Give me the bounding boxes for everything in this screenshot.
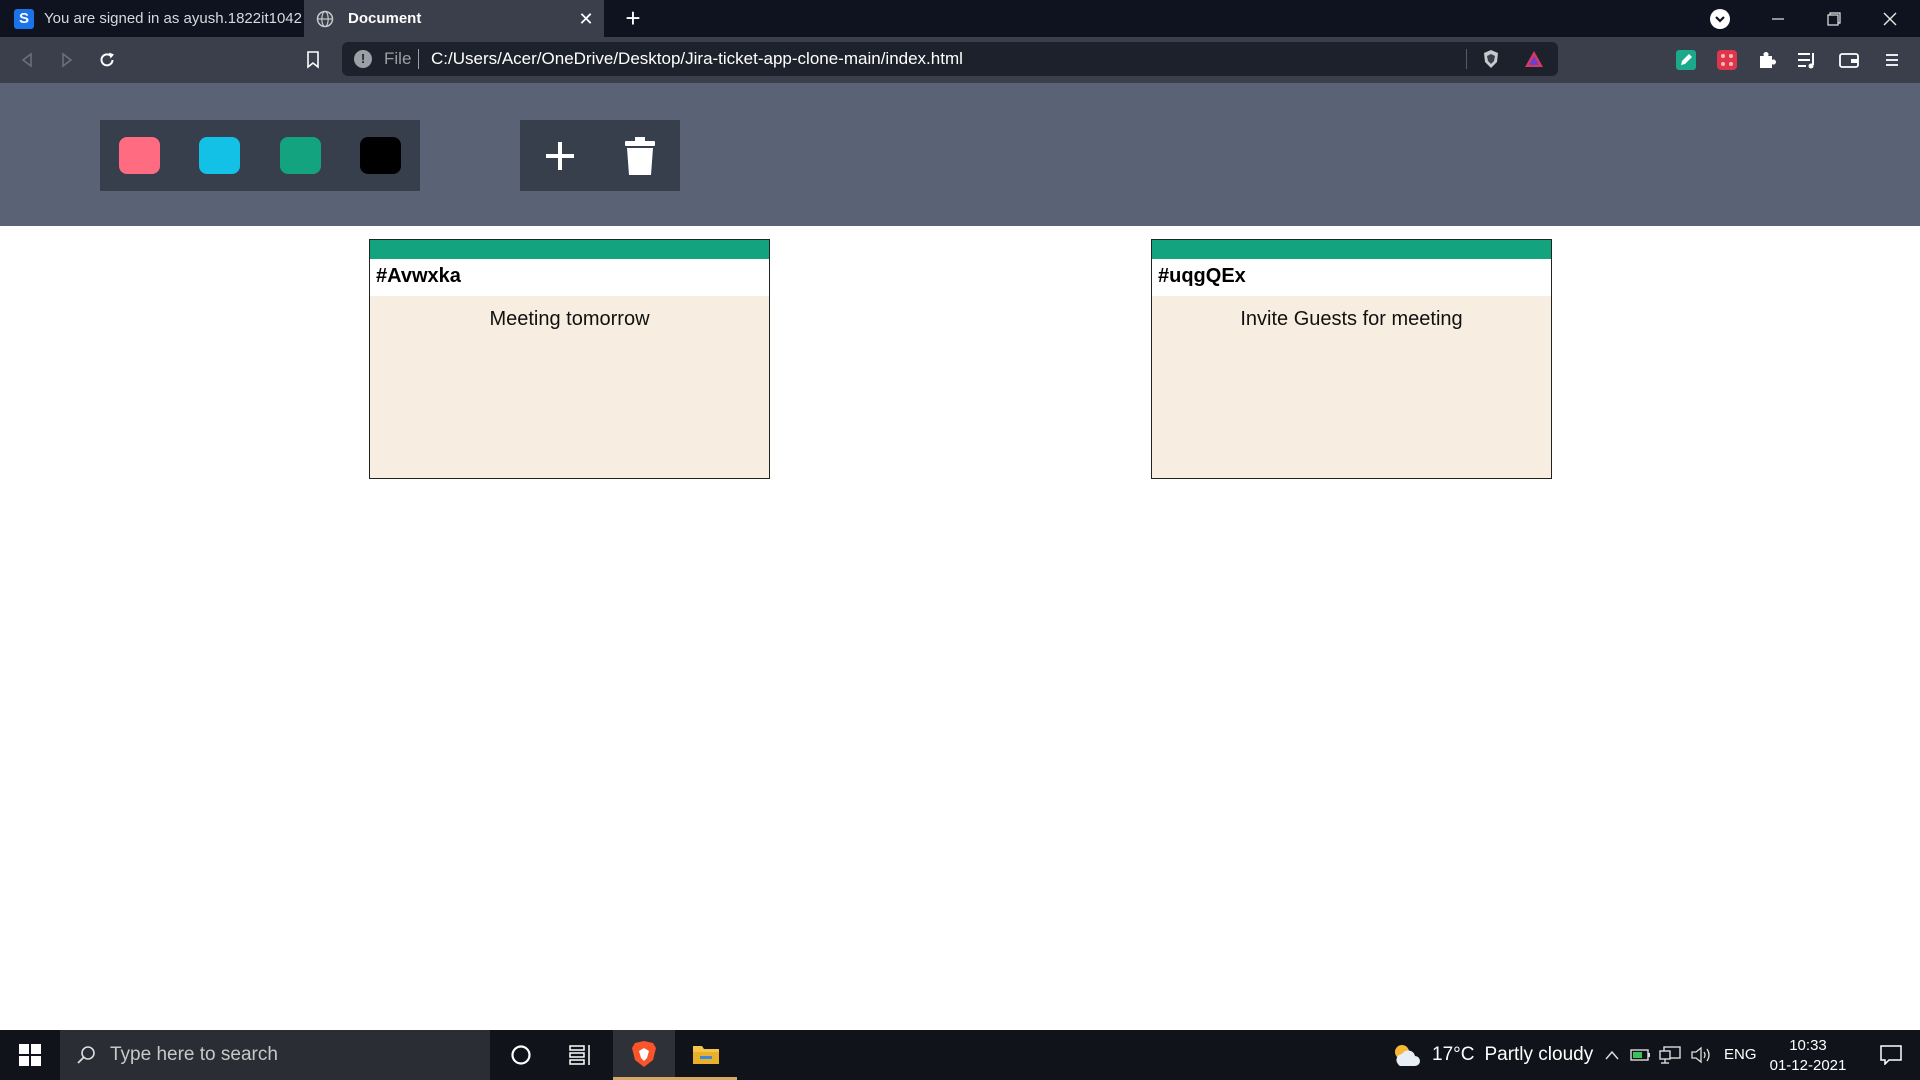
partly-cloudy-icon	[1395, 1045, 1420, 1066]
weather-widget[interactable]: 17°C Partly cloudy	[1390, 1030, 1593, 1080]
delete-ticket-button[interactable]	[617, 133, 663, 179]
ticket-id: #uqgQEx	[1152, 259, 1551, 296]
browser-tab-strip: S You are signed in as ayush.1822it1042 …	[0, 0, 1920, 37]
color-filter-green[interactable]	[280, 137, 321, 174]
brave-browser-taskbar-icon[interactable]	[613, 1030, 675, 1080]
ticket-color-bar[interactable]	[1152, 240, 1551, 259]
address-bar[interactable]: ! File C:/Users/Acer/OneDrive/Desktop/Ji…	[342, 42, 1558, 76]
tab-label: Document	[348, 10, 422, 27]
edit-extension-icon[interactable]	[1674, 48, 1698, 72]
url-divider	[418, 49, 419, 69]
add-ticket-button[interactable]	[537, 133, 583, 179]
new-tab-button[interactable]: +	[618, 4, 648, 34]
color-filter-black[interactable]	[360, 137, 401, 174]
clock-date: 01-12-2021	[1769, 1057, 1847, 1074]
start-button[interactable]	[0, 1030, 60, 1080]
battery-icon[interactable]	[1628, 1030, 1654, 1080]
windows-logo-icon	[19, 1044, 41, 1066]
volume-icon[interactable]	[1687, 1030, 1715, 1080]
reload-icon[interactable]	[92, 45, 122, 75]
back-icon[interactable]	[12, 45, 42, 75]
search-placeholder: Type here to search	[110, 1044, 278, 1065]
weather-condition: Partly cloudy	[1484, 1044, 1594, 1065]
url-scheme-label: File	[384, 49, 412, 68]
file-explorer-icon[interactable]	[675, 1030, 737, 1080]
show-hidden-icons-icon[interactable]	[1600, 1030, 1624, 1080]
ticket-task[interactable]: Meeting tomorrow	[370, 308, 769, 331]
wallet-icon[interactable]	[1837, 48, 1861, 72]
brave-shields-icon[interactable]	[1482, 49, 1500, 69]
weather-temp: 17°C	[1432, 1044, 1475, 1065]
tab-label: You are signed in as ayush.1822it1042	[44, 10, 302, 27]
globe-icon	[316, 10, 334, 27]
tab-signed-in[interactable]: S You are signed in as ayush.1822it1042	[0, 0, 304, 37]
color-filter-pink[interactable]	[119, 137, 160, 174]
taskbar-search-box[interactable]: Type here to search	[60, 1030, 490, 1080]
color-filter-blue[interactable]	[199, 137, 240, 174]
search-icon	[77, 1046, 95, 1064]
url-text[interactable]: C:/Users/Acer/OneDrive/Desktop/Jira-tick…	[431, 49, 963, 69]
ticket-task[interactable]: Invite Guests for meeting	[1152, 308, 1551, 331]
minimize-icon[interactable]	[1750, 0, 1806, 37]
network-icon[interactable]	[1657, 1030, 1683, 1080]
url-right-divider	[1466, 49, 1467, 69]
trash-icon	[625, 137, 655, 175]
browser-toolbar: ! File C:/Users/Acer/OneDrive/Desktop/Ji…	[0, 37, 1920, 83]
tab-document[interactable]: Document ✕	[304, 0, 604, 37]
taskbar-clock[interactable]: 10:33 01-12-2021	[1765, 1036, 1851, 1076]
brave-rewards-icon[interactable]	[1524, 50, 1544, 68]
color-filter-panel	[100, 120, 420, 191]
menu-icon[interactable]	[1880, 48, 1904, 72]
ticket-card[interactable]: #Avwxka Meeting tomorrow	[369, 239, 770, 479]
bookmark-icon[interactable]	[298, 45, 328, 75]
tab-close-icon[interactable]: ✕	[576, 9, 596, 29]
ticket-id: #Avwxka	[370, 259, 769, 296]
restore-icon[interactable]	[1806, 0, 1862, 37]
taskbar: Type here to search 17°C Partly cloudy E…	[0, 1030, 1920, 1080]
cortana-icon[interactable]	[490, 1030, 552, 1080]
s-favicon-icon: S	[14, 8, 34, 29]
site-info-icon[interactable]: !	[354, 50, 372, 68]
plus-icon	[546, 142, 574, 170]
ticket-color-bar[interactable]	[370, 240, 769, 259]
action-panel	[520, 120, 680, 191]
input-language[interactable]: ENG	[1724, 1046, 1757, 1063]
extensions-puzzle-icon[interactable]	[1755, 48, 1779, 72]
grid-extension-icon[interactable]	[1715, 48, 1739, 72]
forward-icon[interactable]	[52, 45, 82, 75]
media-playlist-icon[interactable]	[1795, 48, 1819, 72]
app-toolbar	[0, 83, 1920, 226]
tab-search-icon[interactable]	[1710, 9, 1730, 29]
ticket-card[interactable]: #uqgQEx Invite Guests for meeting	[1151, 239, 1552, 479]
notifications-icon[interactable]	[1862, 1030, 1920, 1080]
clock-time: 10:33	[1789, 1037, 1827, 1054]
task-view-icon[interactable]	[550, 1030, 612, 1080]
close-window-icon[interactable]	[1862, 0, 1918, 37]
